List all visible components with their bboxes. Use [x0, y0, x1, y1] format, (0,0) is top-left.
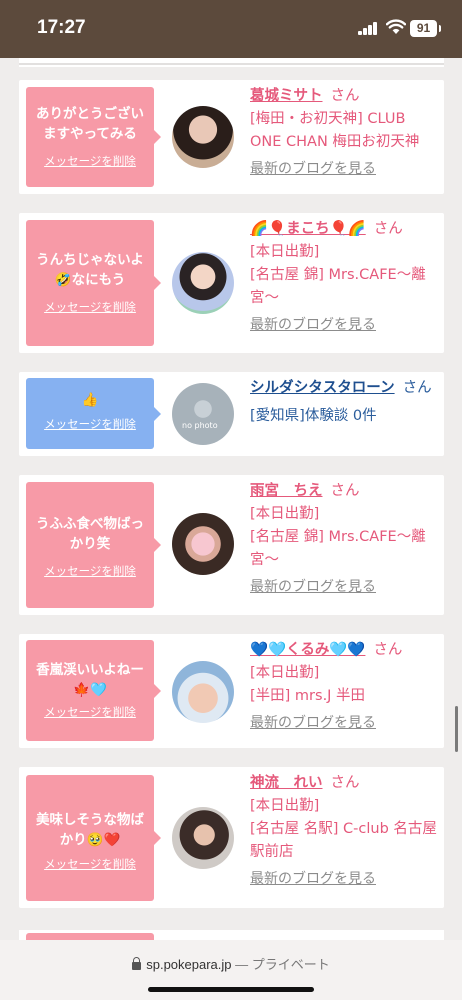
- avatar[interactable]: no photo: [172, 383, 234, 445]
- message-bubble: うふふ食べ物ばっかり笑 メッセージを削除: [26, 482, 161, 608]
- honorific: さん: [402, 380, 432, 396]
- list-item: 👍 メッセージを削除 no photo シルダシタスタローン さん [愛知県]体験…: [19, 372, 444, 456]
- battery-icon: 91: [410, 20, 441, 37]
- profile-detail: [梅田・お初天神] CLUB ONE CHAN 梅田お初天神: [250, 111, 420, 150]
- status-bar: 17:27 91: [0, 0, 462, 58]
- message-bubble: 👍 メッセージを削除: [26, 378, 161, 449]
- url-domain: sp.pokepara.jp: [146, 957, 232, 972]
- profile-info: 🌈🎈まこち🎈🌈 さん [本日出勤] [名古屋 錦] Mrs.CAFE～離宮～ 最新…: [250, 218, 440, 337]
- status-time: 17:27: [37, 17, 86, 38]
- wifi-icon: [385, 19, 407, 35]
- profile-detail: [名古屋 錦] Mrs.CAFE～離宮～: [250, 267, 426, 306]
- profile-info: 雨宮 ちえ さん [本日出勤] [名古屋 錦] Mrs.CAFE～離宮～ 最新のブ…: [250, 480, 440, 599]
- honorific: さん: [330, 88, 360, 104]
- latest-blog-link[interactable]: 最新のブログを見る: [250, 712, 440, 735]
- honorific: さん: [373, 221, 403, 237]
- profile-detail: [名古屋 名駅] C-club 名古屋駅前店: [250, 821, 437, 860]
- avatar[interactable]: [172, 661, 234, 723]
- latest-blog-link[interactable]: 最新のブログを見る: [250, 158, 440, 181]
- profile-detail: [本日出勤]: [250, 506, 320, 522]
- message-bubble: うんちじゃないよ🤣なにもう メッセージを削除: [26, 220, 161, 346]
- honorific: さん: [373, 642, 403, 658]
- profile-detail: [名古屋 錦] Mrs.CAFE～離宮～: [250, 529, 426, 568]
- avatar[interactable]: [172, 252, 234, 314]
- avatar[interactable]: [172, 513, 234, 575]
- list-item: うんちじゃないよ🤣なにもう メッセージを削除 🌈🎈まこち🎈🌈 さん [本日出勤] …: [19, 213, 444, 353]
- message-bubble: ありがとうございますやってみる メッセージを削除: [26, 87, 161, 187]
- message-text: 香嵐渓いいよねー🍁🩵: [36, 662, 144, 698]
- latest-blog-link[interactable]: 最新のブログを見る: [250, 314, 440, 337]
- list-item: 美味しそうな物ばかり🥹❤️ メッセージを削除 神流 れい さん [本日出勤] [名…: [19, 767, 444, 908]
- list-item: 香嵐渓いいよねー🍁🩵 メッセージを削除 💙🩵くるみ🩵💙 さん [本日出勤] [半田…: [19, 634, 444, 748]
- message-text: うふふ食べ物ばっかり笑: [36, 516, 144, 552]
- home-indicator[interactable]: [148, 987, 314, 992]
- latest-blog-link[interactable]: 最新のブログを見る: [250, 576, 440, 599]
- scrollbar[interactable]: [455, 706, 458, 752]
- profile-detail: [本日出勤]: [250, 244, 320, 260]
- profile-info: 葛城ミサト さん [梅田・お初天神] CLUB ONE CHAN 梅田お初天神 最…: [250, 85, 440, 181]
- profile-detail: [半田] mrs.J 半田: [250, 688, 366, 704]
- message-text: 👍: [81, 392, 99, 408]
- profile-name-link[interactable]: 葛城ミサト: [250, 88, 323, 104]
- delete-message-link[interactable]: メッセージを削除: [26, 416, 154, 432]
- latest-blog-link[interactable]: 最新のブログを見る: [250, 868, 440, 891]
- delete-message-link[interactable]: メッセージを削除: [26, 563, 154, 579]
- delete-message-link[interactable]: メッセージを削除: [26, 299, 154, 315]
- avatar[interactable]: [172, 106, 234, 168]
- list-item: うふふ食べ物ばっかり笑 メッセージを削除 雨宮 ちえ さん [本日出勤] [名古屋…: [19, 475, 444, 615]
- message-text: ありがとうございますやってみる: [36, 106, 144, 142]
- lock-icon: [132, 957, 142, 970]
- delete-message-link[interactable]: メッセージを削除: [26, 153, 154, 169]
- profile-detail: [愛知県]体験談 0件: [250, 408, 377, 424]
- message-bubble: 香嵐渓いいよねー🍁🩵 メッセージを削除: [26, 640, 161, 741]
- delete-message-link[interactable]: メッセージを削除: [26, 704, 154, 720]
- delete-message-link[interactable]: メッセージを削除: [26, 856, 154, 872]
- url-display[interactable]: sp.pokepara.jp — プライベート: [0, 954, 462, 973]
- profile-detail: [本日出勤]: [250, 798, 320, 814]
- message-text: 美味しそうな物ばかり🥹❤️: [36, 812, 144, 848]
- cellular-signal-icon: [358, 22, 378, 35]
- honorific: さん: [330, 483, 360, 499]
- list-item-previous: [19, 58, 444, 67]
- no-photo-label: no photo: [182, 421, 218, 430]
- profile-name-link[interactable]: 🌈🎈まこち🎈🌈: [250, 221, 366, 237]
- profile-detail: [本日出勤]: [250, 665, 320, 681]
- avatar[interactable]: [172, 807, 234, 869]
- list-item: ありがとうございますやってみる メッセージを削除 葛城ミサト さん [梅田・お初天…: [19, 80, 444, 194]
- message-bubble: 美味しそうな物ばかり🥹❤️ メッセージを削除: [26, 775, 161, 901]
- message-text: うんちじゃないよ🤣なにもう: [36, 252, 144, 288]
- profile-name-link[interactable]: 雨宮 ちえ: [250, 483, 323, 499]
- honorific: さん: [330, 775, 360, 791]
- profile-info: 神流 れい さん [本日出勤] [名古屋 名駅] C-club 名古屋駅前店 最新…: [250, 772, 440, 891]
- profile-info: シルダシタスタローン さん [愛知県]体験談 0件: [250, 377, 440, 428]
- private-mode-label: — プライベート: [235, 957, 330, 972]
- profile-name-link[interactable]: 💙🩵くるみ🩵💙: [250, 642, 365, 658]
- profile-name-link[interactable]: シルダシタスタローン: [250, 380, 395, 396]
- profile-name-link[interactable]: 神流 れい: [250, 775, 323, 791]
- profile-info: 💙🩵くるみ🩵💙 さん [本日出勤] [半田] mrs.J 半田 最新のブログを見る: [250, 639, 440, 735]
